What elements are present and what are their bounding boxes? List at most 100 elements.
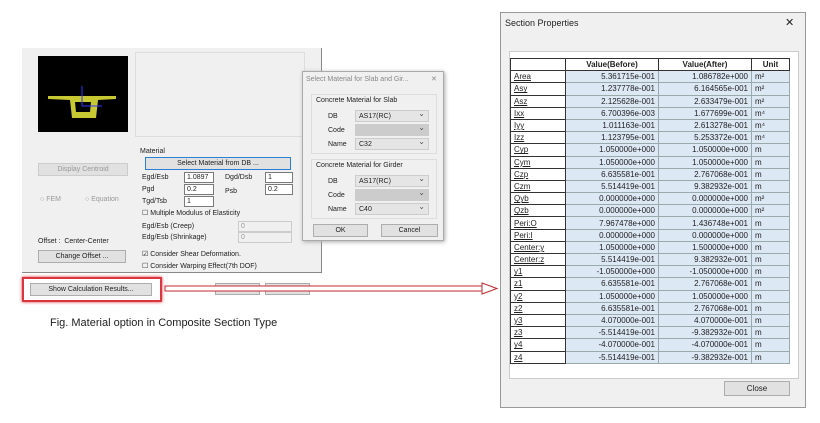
unit-cell: m [751,216,790,230]
table-row: Center:z 5.514419e-001 9.382932e-001 m [510,252,790,267]
pgd-label: Pgd [142,186,155,193]
value-before-cell: 6.635581e-001 [565,277,659,291]
unit-cell: m [751,252,790,267]
shrinkage-input[interactable]: 0 [238,232,292,243]
value-before-cell: 6.635581e-001 [565,301,659,315]
dgd-dsb-input[interactable]: 1 [265,172,293,183]
value-after-cell: 1.436748e+001 [658,216,752,230]
unit-cell: m [751,338,790,352]
girder-name-select[interactable]: C40 [355,201,429,215]
value-before-cell: 5.361715e-001 [565,70,659,84]
warping-checkbox[interactable]: ☐ Consider Warping Effect(7th DOF) [142,262,257,270]
psb-label: Psb [225,188,238,195]
unit-cell: m² [751,70,790,84]
value-before-cell: -1.050000e+000 [565,265,659,279]
multiple-modulus-checkbox[interactable]: ☐ Multiple Modulus of Elasticity [142,209,240,217]
value-after-cell: -1.050000e+000 [658,265,752,279]
table-row: z4 -5.514419e-001 -9.382932e-001 m [510,350,790,364]
value-after-cell: -9.382932e-001 [658,326,752,340]
change-offset-button[interactable]: Change Offset ... [38,250,126,263]
display-centroid-button[interactable]: Display Centroid [38,163,128,176]
table-row: z2 6.635581e-001 2.767068e-001 m [510,301,790,315]
property-name-cell: y3 [510,313,566,328]
property-name-cell: z4 [510,350,566,364]
table-row: y3 4.070000e-001 4.070000e-001 m [510,313,790,328]
name-label: Name [328,206,347,213]
tgd-tsb-label: Tgd/Tsb [142,198,167,205]
code-label: Code [328,192,345,199]
select-material-button[interactable]: Select Material from DB ... [145,157,291,170]
shrinkage-label: Edg/Esb (Shrinkage) [142,234,207,241]
property-name-cell: Iyy [510,118,566,133]
value-before-cell: 6.700396e-003 [565,106,659,120]
value-after-cell: 2.767068e-001 [658,167,752,181]
name-label: Name [328,141,347,148]
value-before-cell: 2.125628e-001 [565,94,659,108]
property-name-cell: y2 [510,289,566,303]
db-label: DB [328,113,338,120]
value-after-cell: 0.000000e+000 [658,192,752,206]
slab-code-select[interactable] [355,122,429,136]
unit-cell: m [751,167,790,181]
value-before-cell: 1.050000e+000 [565,289,659,303]
offset-value: Center-Center [64,238,109,245]
table-row: Area 5.361715e-001 1.086782e+000 m² [510,70,790,84]
unit-cell: m [751,179,790,194]
table-row: Center:y 1.050000e+000 1.500000e+000 m [510,240,790,255]
section-shape-icon [48,86,116,118]
table-row: y2 1.050000e+000 1.050000e+000 m [510,289,790,303]
unit-cell: m [751,313,790,328]
property-name-cell: y1 [510,265,566,279]
db-label: DB [328,178,338,185]
egd-esb-input[interactable]: 1.0897 [184,172,214,183]
table-row: Asz 2.125628e-001 2.633479e-001 m² [510,94,790,108]
property-name-cell: Center:z [510,252,566,267]
window-title: Section Properties [505,18,579,28]
table-row: Peri:I 0.000000e+000 0.000000e+000 m [510,228,790,242]
fem-radio[interactable]: ○ FEM [40,196,61,203]
property-name-cell: Cym [510,155,566,169]
value-after-cell: 9.382932e-001 [658,179,752,194]
table-row: z1 6.635581e-001 2.767068e-001 m [510,277,790,291]
pgd-input[interactable]: 0.2 [184,184,214,195]
value-after-cell: 4.070000e-001 [658,313,752,328]
close-icon[interactable]: ✕ [785,16,794,29]
property-name-cell: Qzb [510,204,566,218]
creep-input[interactable]: 0 [238,221,292,232]
property-name-cell: Center:y [510,240,566,255]
header-after: Value(After) [658,57,752,72]
unit-cell: m [751,277,790,291]
unit-cell: m [751,265,790,279]
girder-db-select[interactable]: AS17(RC) [355,173,429,187]
close-icon[interactable]: ✕ [431,75,437,83]
show-calculation-results-button[interactable]: Show Calculation Results... [30,283,152,296]
value-before-cell: 1.050000e+000 [565,240,659,255]
shear-deformation-checkbox[interactable]: ☑ Consider Shear Deformation. [142,250,241,258]
close-button[interactable]: Close [724,381,790,396]
cancel-button[interactable]: Cancel [381,224,438,237]
property-name-cell: Peri:O [510,216,566,230]
value-after-cell: 2.613278e-001 [658,118,752,133]
girder-code-select[interactable] [355,187,429,201]
equation-radio[interactable]: ○ Equation [85,196,119,203]
slab-db-select[interactable]: AS17(RC) [355,108,429,122]
table-row: y1 -1.050000e+000 -1.050000e+000 m [510,265,790,279]
tgd-tsb-input[interactable]: 1 [184,196,214,207]
property-name-cell: Qyb [510,192,566,206]
value-after-cell: 1.050000e+000 [658,289,752,303]
table-row: z3 -5.514419e-001 -9.382932e-001 m [510,326,790,340]
unit-cell: m [751,155,790,169]
unit-cell: m [751,301,790,315]
property-name-cell: Asz [510,94,566,108]
value-after-cell: 0.000000e+000 [658,204,752,218]
unit-cell: m⁴ [751,118,790,133]
psb-input[interactable]: 0.2 [265,184,293,195]
value-before-cell: 1.050000e+000 [565,143,659,157]
value-before-cell: 4.070000e-001 [565,313,659,328]
material-label: Material [140,148,165,155]
dialog-title: Select Material for Slab and Gir... [306,76,409,83]
slab-name-select[interactable]: C32 [355,136,429,150]
property-name-cell: Cyp [510,143,566,157]
ok-button[interactable]: OK [313,224,368,237]
arrow-icon [164,282,499,295]
